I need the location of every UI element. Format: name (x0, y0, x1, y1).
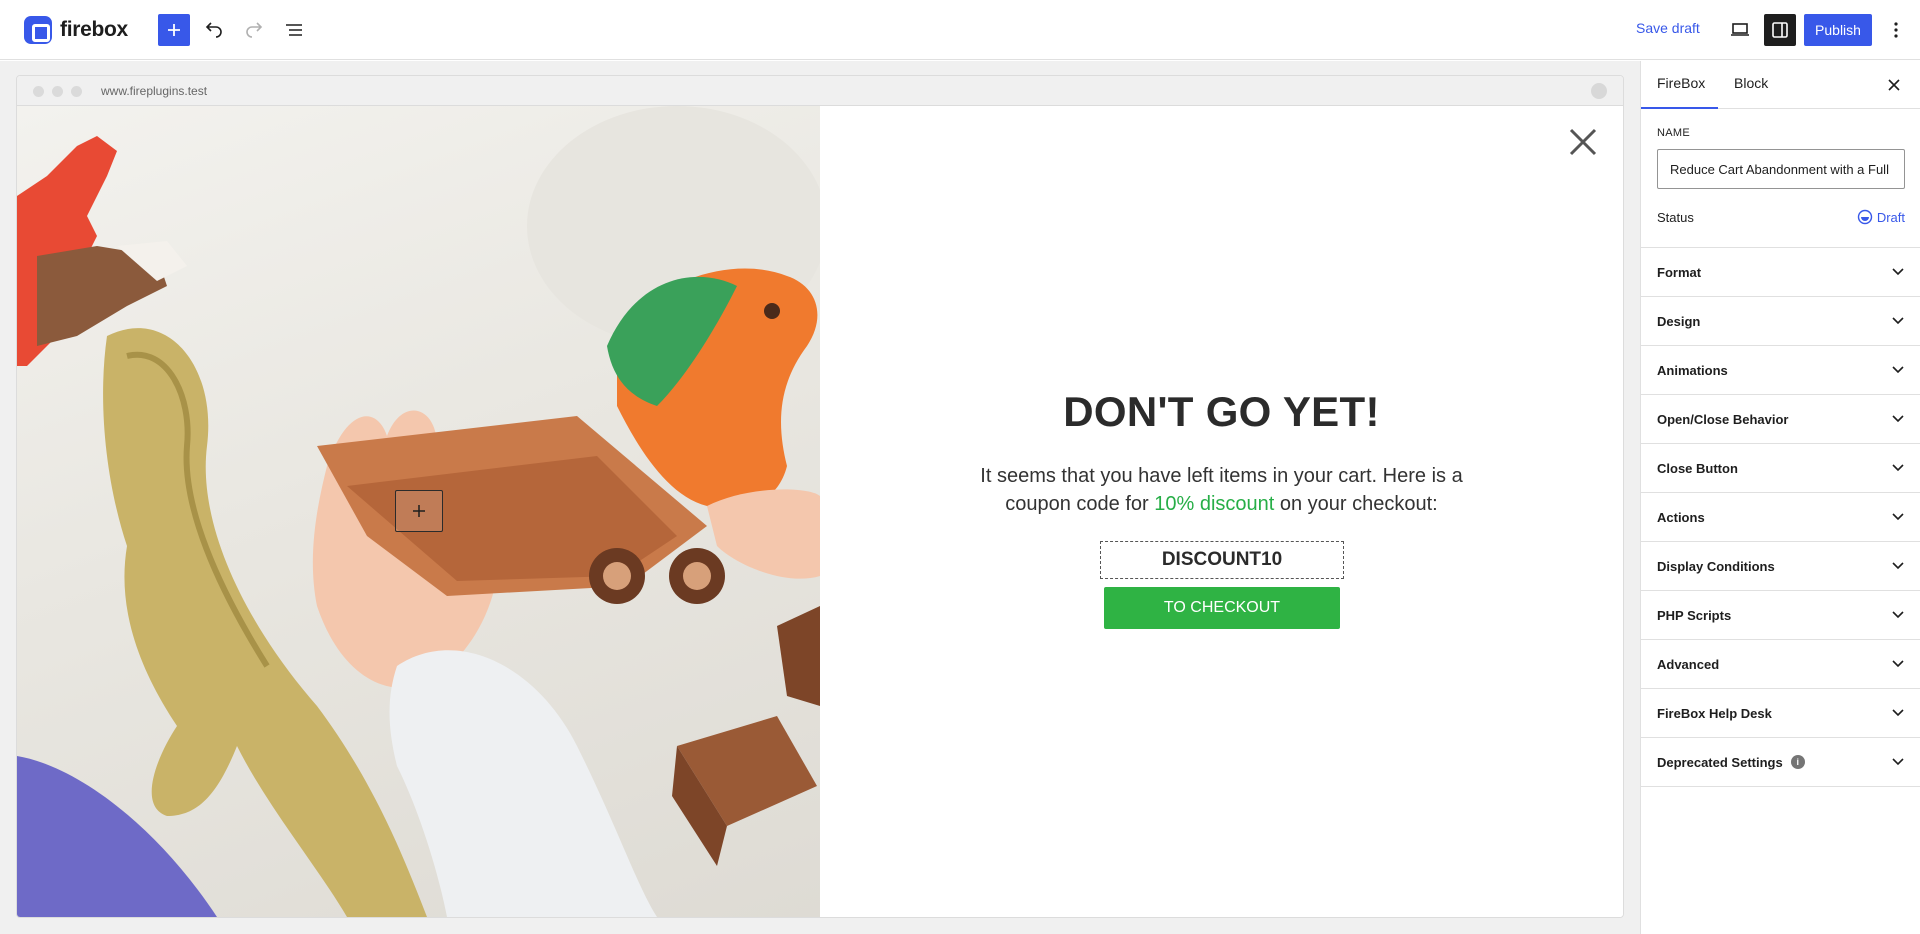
sidebar-icon (1772, 22, 1788, 38)
undo-button[interactable] (198, 14, 230, 46)
panel-animations[interactable]: Animations (1641, 346, 1920, 395)
panel-label: Display Conditions (1657, 558, 1775, 574)
panel-label: FireBox Help Desk (1657, 705, 1772, 721)
panel-php-scripts[interactable]: PHP Scripts (1641, 591, 1920, 640)
more-vertical-icon (1894, 22, 1898, 38)
panel-label: Animations (1657, 362, 1728, 378)
tab-block[interactable]: Block (1734, 75, 1768, 91)
close-icon (1888, 79, 1900, 91)
panel-label: PHP Scripts (1657, 607, 1732, 623)
settings-panels: Format Design Animations Open/Close Beha… (1641, 247, 1920, 787)
popup-body-text[interactable]: It seems that you have left items in you… (970, 462, 1473, 518)
info-icon[interactable]: i (1790, 755, 1805, 769)
chevron-down-icon (1892, 513, 1904, 521)
panel-actions[interactable]: Actions (1641, 493, 1920, 542)
panel-open-close-behavior[interactable]: Open/Close Behavior (1641, 395, 1920, 444)
status-draft-button[interactable]: Draft (1857, 209, 1905, 225)
redo-button[interactable] (238, 14, 270, 46)
plus-icon (168, 24, 180, 36)
panel-label: Design (1657, 313, 1701, 329)
draft-status-icon (1857, 209, 1873, 225)
sidebar-tabs: FireBox Block (1641, 61, 1920, 109)
panel-label: Format (1657, 264, 1702, 280)
panel-close-button[interactable]: Close Button (1641, 444, 1920, 493)
chevron-down-icon (1892, 660, 1904, 668)
status-row: Status Draft (1657, 205, 1905, 229)
panel-label: Deprecated Settings (1657, 754, 1783, 770)
editor-toolbar: firebox Save draft Publish (0, 0, 1920, 60)
chevron-down-icon (1892, 268, 1904, 276)
panel-label: Close Button (1657, 460, 1738, 476)
close-icon (1569, 128, 1597, 156)
window-dot-icon (33, 86, 44, 97)
popup-name-input[interactable] (1657, 149, 1905, 189)
popup-preview: DON'T GO YET! It seems that you have lef… (17, 106, 1623, 917)
popup-content: DON'T GO YET! It seems that you have lef… (820, 106, 1623, 917)
editor-canvas: www.fireplugins.test DON'T GO YET! It se… (0, 61, 1640, 934)
close-sidebar-button[interactable] (1882, 73, 1906, 97)
desktop-icon (1731, 23, 1749, 36)
tab-firebox[interactable]: FireBox (1657, 75, 1705, 91)
panel-label: Actions (1657, 509, 1705, 525)
preview-device-button[interactable] (1724, 14, 1756, 46)
discount-highlight: 10% discount (1154, 493, 1275, 515)
plus-icon (413, 505, 425, 517)
settings-sidebar-toggle[interactable] (1764, 14, 1796, 46)
list-view-icon (286, 24, 302, 36)
window-dot-icon (71, 86, 82, 97)
chevron-down-icon (1892, 317, 1904, 325)
firebox-logo[interactable]: firebox (24, 16, 128, 44)
browser-circle-icon (1591, 83, 1607, 99)
coupon-code-box[interactable]: DISCOUNT10 (1100, 541, 1344, 579)
chevron-down-icon (1892, 464, 1904, 472)
panel-advanced[interactable]: Advanced (1641, 640, 1920, 689)
panel-label: Advanced (1657, 656, 1720, 672)
browser-bar: www.fireplugins.test (17, 76, 1623, 106)
save-draft-button[interactable]: Save draft (1636, 20, 1700, 36)
active-tab-indicator (1641, 107, 1718, 109)
chevron-down-icon (1892, 758, 1904, 766)
panel-design[interactable]: Design (1641, 297, 1920, 346)
panel-label-group: Deprecated Settings i (1657, 755, 1805, 770)
browser-preview-frame: www.fireplugins.test DON'T GO YET! It se… (16, 75, 1624, 918)
body-text-end: on your checkout: (1274, 493, 1438, 515)
chevron-down-icon (1892, 562, 1904, 570)
chevron-down-icon (1892, 415, 1904, 423)
panel-deprecated-settings[interactable]: Deprecated Settings i (1641, 738, 1920, 787)
redo-icon (246, 22, 263, 38)
chevron-down-icon (1892, 366, 1904, 374)
chevron-down-icon (1892, 709, 1904, 717)
publish-button[interactable]: Publish (1804, 14, 1872, 46)
chevron-down-icon (1892, 611, 1904, 619)
add-block-inline-button[interactable] (395, 490, 443, 532)
settings-sidebar: FireBox Block NAME Status Draft Format D… (1640, 61, 1920, 934)
popup-close-button[interactable] (1567, 126, 1599, 158)
status-label: Status (1657, 209, 1694, 225)
undo-icon (205, 22, 222, 38)
logo-text: firebox (60, 18, 128, 41)
status-value: Draft (1876, 209, 1905, 225)
panel-firebox-help-desk[interactable]: FireBox Help Desk (1641, 689, 1920, 738)
panel-format[interactable]: Format (1641, 248, 1920, 297)
add-block-button[interactable] (158, 14, 190, 46)
options-button[interactable] (1880, 14, 1912, 46)
to-checkout-button[interactable]: TO CHECKOUT (1104, 587, 1340, 629)
window-dot-icon (52, 86, 63, 97)
popup-image[interactable] (17, 106, 820, 917)
panel-display-conditions[interactable]: Display Conditions (1641, 542, 1920, 591)
firebox-logo-icon (24, 16, 52, 44)
popup-headline[interactable]: DON'T GO YET! (820, 388, 1623, 436)
browser-url: www.fireplugins.test (101, 84, 208, 98)
document-overview-button[interactable] (278, 14, 310, 46)
name-label: NAME (1657, 127, 1690, 139)
panel-label: Open/Close Behavior (1657, 411, 1789, 427)
